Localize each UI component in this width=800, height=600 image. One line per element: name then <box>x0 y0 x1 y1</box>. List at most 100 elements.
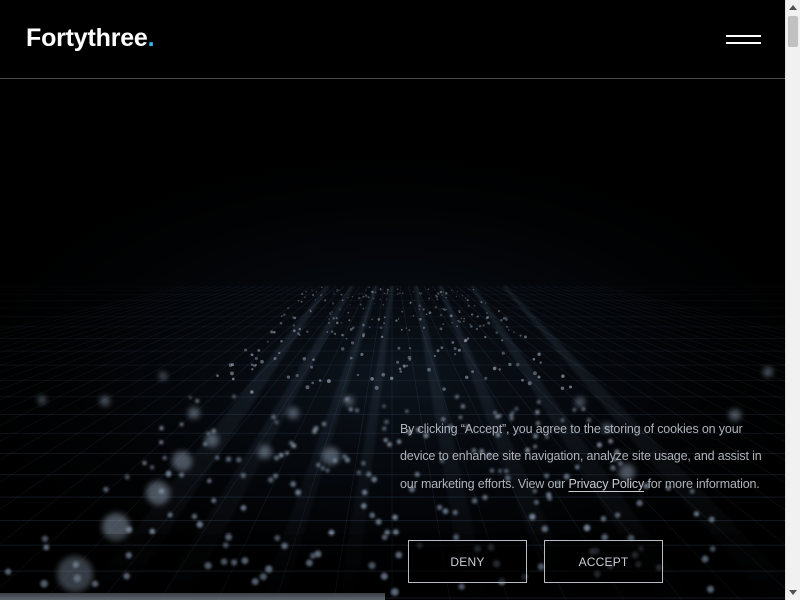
glowing-particle <box>383 322 386 325</box>
glowing-particle <box>362 307 365 310</box>
glowing-particle <box>462 320 465 323</box>
glowing-particle <box>537 375 541 379</box>
glowing-particle <box>408 358 412 361</box>
glowing-particle <box>341 333 344 337</box>
glowing-particle <box>445 296 447 299</box>
glowing-particle <box>300 300 303 303</box>
glowing-particle <box>476 315 479 318</box>
glowing-particle <box>408 329 411 331</box>
glowing-particle <box>211 428 217 434</box>
glowing-particle <box>425 313 428 316</box>
glowing-particle <box>167 512 173 518</box>
glowing-particle <box>159 440 164 445</box>
glowing-particle <box>215 455 220 460</box>
glowing-particle <box>379 298 381 300</box>
glowing-particle <box>397 346 401 350</box>
glowing-particle <box>162 455 167 461</box>
glowing-particle <box>463 317 466 320</box>
glowing-particle <box>254 363 257 367</box>
glowing-particle <box>437 292 440 295</box>
glowing-particle <box>236 457 242 463</box>
accept-cookies-button[interactable]: ACCEPT <box>544 540 663 583</box>
glowing-particle <box>250 353 254 357</box>
glowing-particle <box>350 341 355 345</box>
glowing-particle <box>371 318 374 321</box>
glowing-particle <box>335 321 339 325</box>
glowing-particle <box>387 290 389 293</box>
glowing-particle <box>386 294 388 296</box>
browser-viewport: Fortythree. By clicking “Accept”, you ag… <box>0 0 785 600</box>
glowing-particle <box>381 372 386 377</box>
glowing-particle <box>401 292 404 295</box>
glowing-particle <box>232 394 236 399</box>
vertical-scrollbar[interactable] <box>785 0 800 600</box>
hamburger-menu-icon-top-line <box>726 35 761 37</box>
glowing-particle <box>298 333 301 336</box>
glowing-particle <box>273 330 276 334</box>
cookie-consent-banner: By clicking “Accept”, you agree to the s… <box>385 404 785 600</box>
logo-text: Fortythree <box>26 24 148 52</box>
glowing-particle <box>159 425 164 431</box>
glowing-particle <box>257 348 261 352</box>
glowing-particle <box>361 296 363 298</box>
glowing-particle <box>484 335 487 339</box>
glowing-particle <box>508 329 510 331</box>
glowing-particle <box>351 295 354 298</box>
glowing-particle <box>362 323 365 327</box>
glowing-particle <box>216 374 219 377</box>
glowing-particle <box>341 299 344 302</box>
glowing-particle <box>439 313 443 317</box>
glowing-particle <box>386 288 389 291</box>
glowing-particle <box>286 375 291 379</box>
glowing-particle <box>311 293 315 297</box>
glowing-particle <box>358 296 361 300</box>
glowing-particle <box>405 364 409 367</box>
hamburger-menu-button[interactable] <box>726 30 762 46</box>
glowing-particle <box>302 357 307 361</box>
glowing-particle <box>501 351 505 355</box>
glowing-particle <box>482 324 485 327</box>
glowing-particle <box>191 513 198 520</box>
cookie-message-after-link: for more information. <box>644 476 760 491</box>
fortythree-logo[interactable]: Fortythree. <box>26 22 155 54</box>
glowing-particle <box>254 356 259 361</box>
glowing-particle <box>251 368 254 371</box>
glowing-particle <box>365 289 367 291</box>
deny-cookies-button[interactable]: DENY <box>408 540 527 583</box>
glowing-particle <box>315 291 318 293</box>
glowing-particle <box>292 329 296 333</box>
glowing-particle <box>323 299 327 302</box>
glowing-particle <box>487 321 491 325</box>
glowing-particle <box>290 481 297 488</box>
scroll-up-arrow-icon[interactable] <box>789 5 797 10</box>
glowing-particle <box>315 299 316 301</box>
glowing-particle <box>457 309 461 313</box>
glowing-particle <box>287 306 290 310</box>
glowing-particle <box>434 306 438 309</box>
glowing-particle <box>364 293 367 297</box>
glowing-particle <box>279 321 283 325</box>
glowing-particle <box>321 286 323 289</box>
glowing-particle <box>368 326 371 329</box>
glowing-particle <box>267 477 274 483</box>
scroll-thumb[interactable] <box>788 16 798 47</box>
glowing-particle <box>480 301 483 304</box>
glowing-particle <box>374 303 376 305</box>
glowing-particle <box>250 390 254 394</box>
glowing-particle <box>461 294 463 296</box>
glowing-particle <box>449 314 453 318</box>
glowing-particle <box>266 340 269 343</box>
glowing-particle <box>467 304 470 307</box>
scroll-down-arrow-icon[interactable] <box>789 590 797 595</box>
glowing-particle <box>418 292 421 295</box>
privacy-policy-link[interactable]: Privacy Policy <box>568 477 644 491</box>
glowing-particle <box>444 292 448 295</box>
glowing-particle <box>311 381 315 385</box>
glowing-particle <box>124 474 130 480</box>
glowing-particle <box>468 288 470 291</box>
glowing-particle <box>442 323 445 325</box>
glowing-particle <box>230 371 234 376</box>
glowing-particle <box>292 324 295 327</box>
glowing-particle <box>464 375 469 380</box>
glowing-particle <box>409 302 412 304</box>
